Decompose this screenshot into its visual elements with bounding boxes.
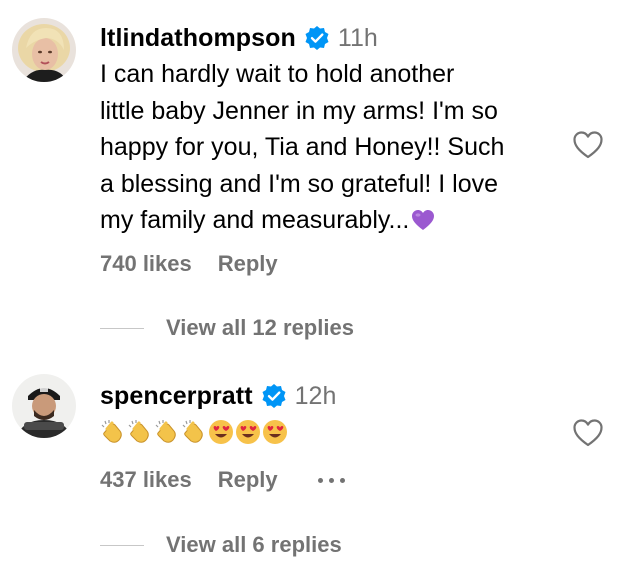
reply-button[interactable]: Reply [218, 467, 278, 493]
comment-header: ltlindathompson 11h [100, 20, 378, 56]
like-count[interactable]: 437 likes [100, 467, 192, 493]
avatar[interactable] [12, 18, 76, 82]
comment-text: I can hardly wait to hold another little… [100, 56, 570, 242]
view-replies-button[interactable]: View all 12 replies [100, 313, 354, 343]
heart-eyes-emoji [208, 419, 234, 445]
like-heart-icon[interactable] [572, 130, 604, 160]
like-heart-icon[interactable] [572, 418, 604, 448]
clapping-hands-emoji [127, 419, 153, 445]
comment-header: spencerpratt 12h [100, 378, 336, 414]
verified-badge-icon [261, 383, 287, 409]
avatar[interactable] [12, 374, 76, 438]
like-count[interactable]: 740 likes [100, 251, 192, 277]
comment-meta: 740 likes Reply [100, 249, 318, 279]
verified-badge-icon [304, 25, 330, 51]
clapping-hands-emoji [154, 419, 180, 445]
more-options-icon[interactable] [317, 477, 345, 483]
reply-button[interactable]: Reply [218, 251, 278, 277]
emoji-comment [100, 414, 289, 450]
timestamp: 12h [294, 381, 337, 410]
divider [100, 327, 144, 329]
heart-eyes-emoji [235, 419, 261, 445]
clapping-hands-emoji [100, 419, 126, 445]
purple-heart-emoji [411, 205, 435, 242]
heart-eyes-emoji [262, 419, 288, 445]
dot [317, 477, 323, 483]
clapping-hands-emoji [181, 419, 207, 445]
view-replies-label: View all 12 replies [166, 315, 354, 340]
timestamp: 11h [337, 23, 378, 52]
view-replies-label: View all 6 replies [166, 532, 342, 557]
view-replies-button[interactable]: View all 6 replies [100, 530, 342, 560]
divider [100, 544, 144, 546]
comment-body: I can hardly wait to hold another little… [100, 60, 505, 234]
dot [339, 477, 345, 483]
comment-spencerpratt: spencerpratt 12h 437 likes Reply View al… [0, 350, 634, 562]
comment-ltlindathompson: ltlindathompson 11h I can hardly wait to… [0, 0, 634, 350]
dot [328, 477, 334, 483]
username[interactable]: ltlindathompson [100, 24, 296, 53]
username[interactable]: spencerpratt [100, 382, 253, 411]
comment-meta: 437 likes Reply [100, 465, 345, 495]
